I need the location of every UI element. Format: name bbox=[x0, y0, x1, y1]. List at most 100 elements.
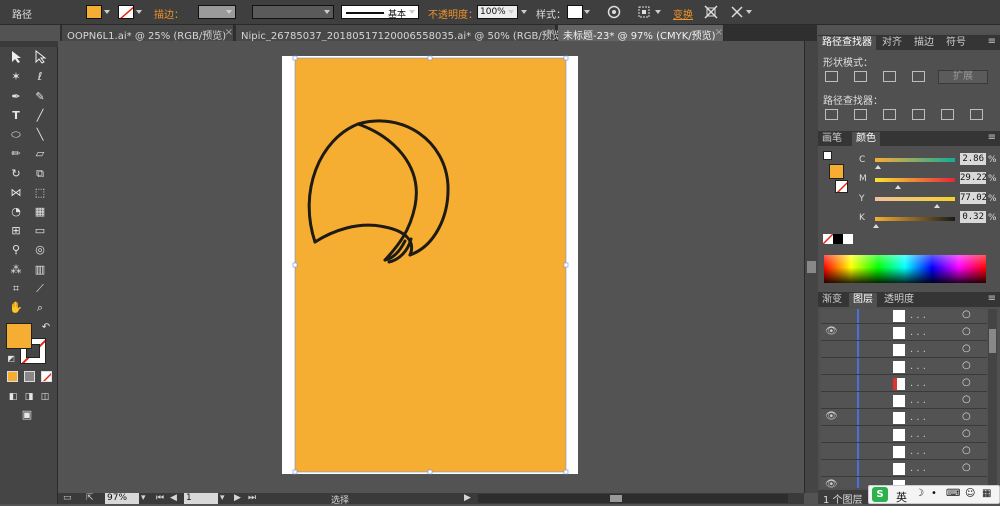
blend-tool-icon[interactable]: ◎ bbox=[32, 242, 48, 258]
prev-artboard-icon[interactable]: ◀ bbox=[170, 493, 177, 503]
draw-inside-icon[interactable]: ◫ bbox=[37, 389, 53, 405]
variable-width-dropdown[interactable] bbox=[252, 5, 334, 19]
next-artboard-icon[interactable]: ▶ bbox=[234, 493, 241, 503]
cyan-slider[interactable] bbox=[875, 158, 955, 169]
target-circle-icon[interactable]: ○ bbox=[962, 462, 971, 473]
document-icon[interactable]: ▭ bbox=[63, 493, 72, 503]
horizontal-scroll-thumb[interactable] bbox=[610, 495, 622, 502]
layer-row[interactable]: 👁 . . . ○ bbox=[821, 411, 987, 426]
screen-mode-icon[interactable]: ▣ bbox=[19, 407, 35, 423]
symbol-sprayer-tool-icon[interactable]: ⁂ bbox=[8, 262, 24, 278]
mesh-tool-icon[interactable]: ⊞ bbox=[8, 223, 24, 239]
color-stroke-swatch[interactable] bbox=[835, 180, 848, 193]
close-icon[interactable]: × bbox=[715, 27, 723, 38]
artboard-dropdown-arrow[interactable]: ▾ bbox=[220, 493, 225, 503]
magic-wand-tool-icon[interactable]: ✶ bbox=[8, 69, 24, 85]
mini-stroke-swatch[interactable] bbox=[823, 151, 832, 160]
minus-front-icon[interactable] bbox=[854, 71, 867, 82]
black-value[interactable]: 0.32 bbox=[960, 211, 986, 223]
cyan-value[interactable]: 2.86 bbox=[960, 153, 986, 165]
transform-dropdown-arrow[interactable] bbox=[745, 5, 752, 19]
tab-transparency[interactable]: 透明度 bbox=[880, 293, 918, 307]
keyboard-icon[interactable]: ⌨ bbox=[946, 488, 960, 499]
shape-builder-tool-icon[interactable]: ◔ bbox=[8, 204, 24, 220]
tab-gradient[interactable]: 渐变 bbox=[818, 293, 846, 307]
cyan-slider-knob[interactable] bbox=[875, 162, 881, 169]
outline-icon[interactable] bbox=[941, 109, 954, 120]
tab-layers[interactable]: 图层 bbox=[849, 293, 877, 307]
minus-back-icon[interactable] bbox=[970, 109, 983, 120]
stroke-dropdown-arrow[interactable] bbox=[135, 5, 142, 19]
type-tool-icon[interactable]: T bbox=[8, 108, 24, 124]
last-artboard-icon[interactable]: ⏭ bbox=[248, 493, 256, 503]
tab-color[interactable]: 颜色 bbox=[852, 132, 880, 146]
divide-icon[interactable] bbox=[825, 109, 838, 120]
layers-scrollbar[interactable] bbox=[988, 309, 997, 488]
punctuation-icon[interactable]: • bbox=[931, 488, 937, 499]
intersect-icon[interactable] bbox=[883, 71, 896, 82]
selection-tool-icon[interactable] bbox=[8, 50, 24, 66]
isolate-selected-icon[interactable] bbox=[704, 5, 718, 19]
fill-swatch[interactable] bbox=[86, 5, 102, 19]
magenta-value[interactable]: 29.22 bbox=[960, 172, 987, 184]
none-mode-button[interactable] bbox=[41, 371, 52, 382]
target-circle-icon[interactable]: ○ bbox=[962, 309, 971, 320]
share-icon[interactable]: ⇱ bbox=[86, 493, 94, 503]
color-fill-swatch[interactable] bbox=[829, 164, 844, 179]
tab-nipic[interactable]: Nipic_26785037_20180517120006558035.ai* … bbox=[236, 25, 566, 42]
target-circle-icon[interactable]: ○ bbox=[962, 326, 971, 337]
width-tool-icon[interactable]: ⋈ bbox=[8, 185, 24, 201]
color-mode-button[interactable] bbox=[7, 371, 18, 382]
magenta-slider[interactable] bbox=[875, 178, 955, 189]
recolor-artwork-icon[interactable] bbox=[607, 5, 621, 19]
horizontal-scrollbar[interactable] bbox=[478, 494, 788, 503]
pencil-tool-icon[interactable]: ✏ bbox=[8, 146, 24, 162]
opacity-dropdown-arrow[interactable] bbox=[520, 5, 527, 19]
layers-scroll-thumb[interactable] bbox=[989, 329, 996, 353]
exclude-icon[interactable] bbox=[912, 71, 925, 82]
artboard-number-field[interactable]: 1 bbox=[184, 493, 218, 504]
layer-row[interactable]: . . . ○ bbox=[821, 309, 987, 324]
direct-selection-tool-icon[interactable] bbox=[32, 49, 48, 66]
align-to-icon[interactable] bbox=[638, 5, 654, 19]
perspective-grid-tool-icon[interactable]: ▦ bbox=[32, 204, 48, 220]
artboard-tool-icon[interactable]: ⌗ bbox=[8, 281, 24, 297]
tab-align[interactable]: 对齐 bbox=[878, 36, 906, 50]
tab-oopn6l1[interactable]: OOPN6L1.ai* @ 25% (RGB/预览) × bbox=[62, 25, 234, 42]
expand-button[interactable]: 扩展 bbox=[938, 70, 988, 84]
unite-icon[interactable] bbox=[825, 71, 838, 82]
align-dropdown-arrow[interactable] bbox=[654, 5, 661, 19]
slice-tool-icon[interactable]: ⟋ bbox=[32, 281, 48, 297]
layer-row[interactable]: . . . ○ bbox=[821, 360, 987, 375]
merge-icon[interactable] bbox=[883, 109, 896, 120]
crop-icon[interactable] bbox=[912, 109, 925, 120]
draw-normal-icon[interactable]: ◧ bbox=[5, 389, 21, 405]
target-circle-icon[interactable]: ○ bbox=[962, 428, 971, 439]
stroke-label[interactable]: 描边： bbox=[154, 6, 184, 21]
none-swatch[interactable] bbox=[823, 234, 833, 244]
tab-brushes[interactable]: 画笔 bbox=[818, 132, 846, 146]
gradient-mode-button[interactable] bbox=[24, 371, 35, 382]
user-icon[interactable]: ☺ bbox=[965, 488, 975, 499]
line-tool-icon[interactable]: ╱ bbox=[32, 108, 48, 124]
target-circle-icon[interactable]: ○ bbox=[962, 377, 971, 388]
scale-tool-icon[interactable]: ⧉ bbox=[32, 166, 48, 182]
gradient-tool-icon[interactable]: ▭ bbox=[32, 223, 48, 239]
tab-stroke[interactable]: 描边 bbox=[910, 36, 938, 50]
layer-row[interactable]: . . . ○ bbox=[821, 343, 987, 358]
black-swatch[interactable] bbox=[833, 234, 843, 244]
style-dropdown-arrow[interactable] bbox=[583, 5, 590, 19]
default-colors-icon[interactable]: ◩ bbox=[3, 351, 19, 367]
tab-pathfinder[interactable]: 路径查找器 bbox=[818, 36, 876, 50]
dock-scroll-thumb[interactable] bbox=[807, 261, 816, 273]
hand-tool-icon[interactable]: ✋ bbox=[8, 300, 24, 316]
canvas[interactable] bbox=[58, 41, 804, 493]
target-circle-icon[interactable]: ○ bbox=[962, 343, 971, 354]
ime-language[interactable]: 英 bbox=[896, 489, 907, 505]
eye-icon[interactable]: 👁 bbox=[825, 479, 838, 488]
target-circle-icon[interactable]: ○ bbox=[962, 360, 971, 371]
panel-menu-icon[interactable]: ≡ bbox=[988, 293, 996, 304]
curvature-tool-icon[interactable]: ✎ bbox=[32, 89, 48, 105]
close-icon[interactable]: × bbox=[547, 27, 555, 38]
tab-untitled-23[interactable]: 未标题-23* @ 97% (CMYK/预览) × bbox=[558, 25, 724, 42]
